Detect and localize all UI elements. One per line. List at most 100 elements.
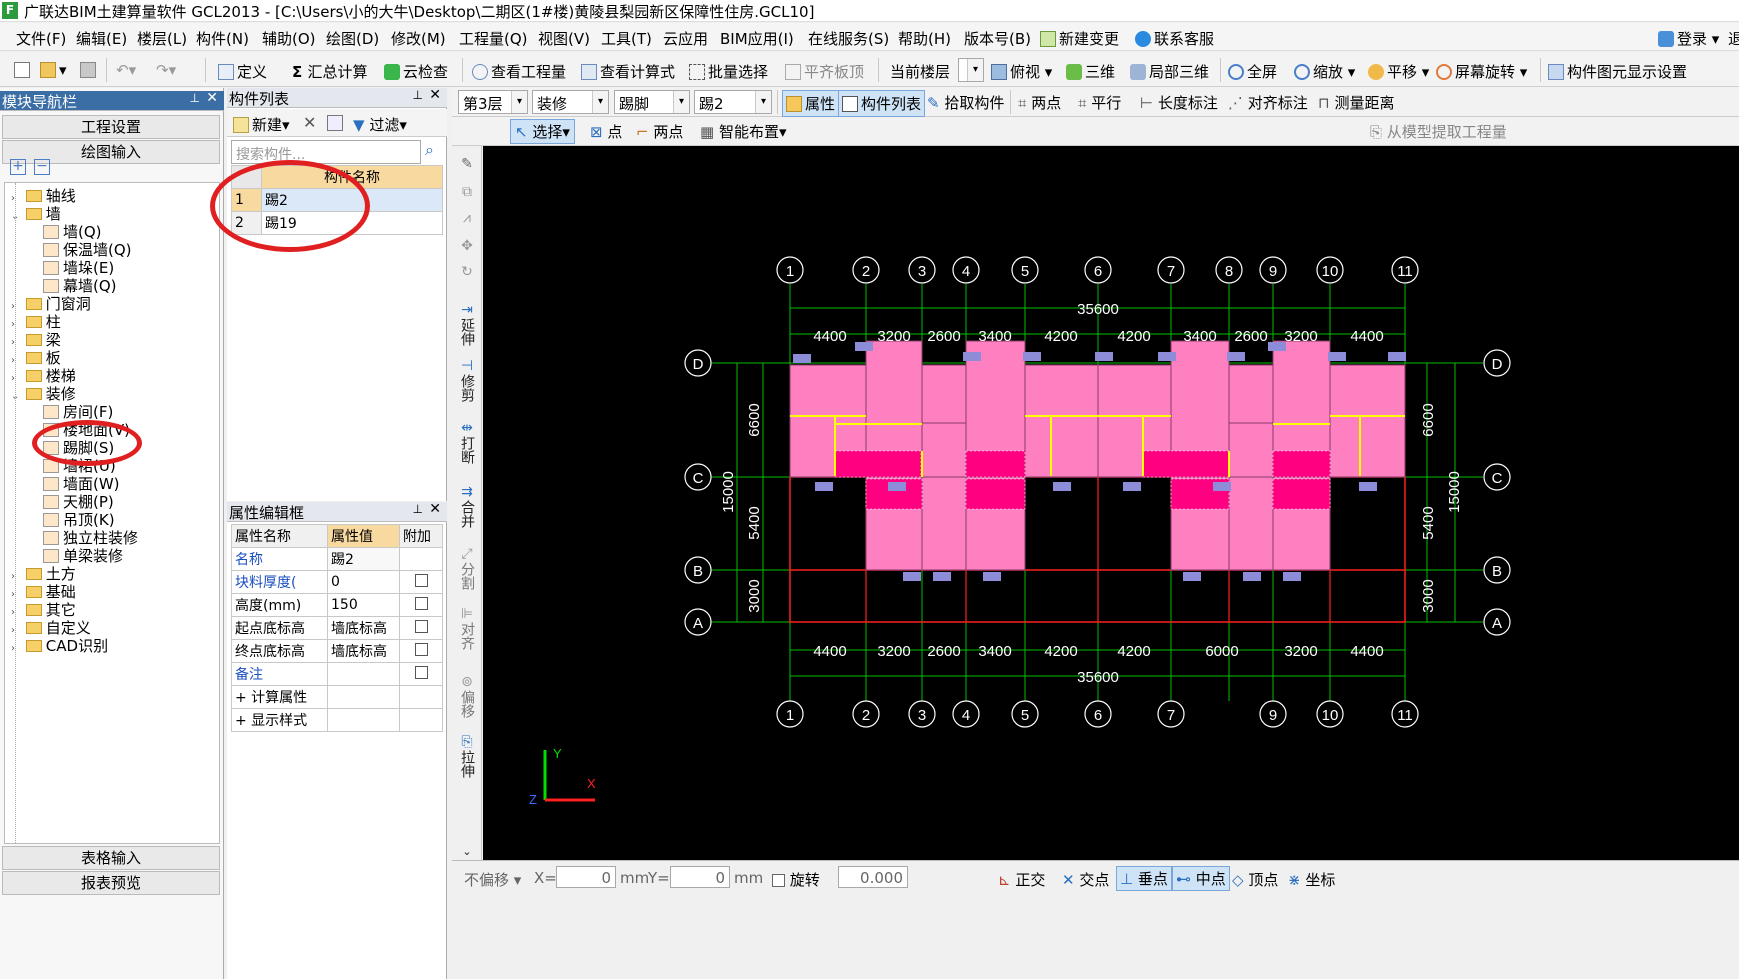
pin-icon[interactable]: ⊥ — [413, 88, 423, 102]
property-row[interactable]: 终点底标高 墙底标高 — [231, 639, 443, 663]
measure-distance-button[interactable]: ⊓ 测量距离 — [1318, 92, 1395, 113]
attach-checkbox[interactable] — [414, 642, 428, 656]
close-icon[interactable]: ✕ — [429, 87, 441, 103]
view-quantity-button[interactable]: 查看工程量 — [472, 61, 566, 82]
property-row[interactable]: 块料厚度(0 — [231, 570, 443, 594]
menu-assist[interactable]: 辅助(O) — [262, 28, 316, 49]
new-file-icon[interactable] — [14, 61, 33, 79]
tree-folder[interactable]: › 基础 — [11, 583, 76, 601]
coordinate-snap[interactable]: ⋇ 坐标 — [1288, 869, 1335, 890]
menu-view[interactable]: 视图(V) — [538, 28, 590, 49]
copy-icon[interactable]: ⧉ — [456, 184, 478, 200]
rotate-checkbox[interactable]: 旋转 — [772, 869, 820, 890]
tree-item[interactable]: 墙(Q) — [43, 223, 102, 241]
close-icon[interactable]: ✕ — [206, 90, 218, 106]
menu-bim[interactable]: BIM应用(I) — [720, 28, 794, 49]
property-row[interactable]: + 显示样式 — [231, 708, 443, 732]
element-display-settings-button[interactable]: 构件图元显示设置 — [1548, 61, 1687, 82]
merge-button[interactable]: ⇉ 合并 — [456, 484, 478, 528]
menu-cloud[interactable]: 云应用 — [663, 28, 708, 49]
element-dropdown[interactable]: 踢2 ▾ — [694, 90, 772, 114]
save-icon[interactable] — [80, 61, 99, 79]
length-dim-button[interactable]: ⊢ 长度标注 — [1140, 92, 1218, 113]
tree-item[interactable]: 保温墙(Q) — [43, 241, 132, 259]
tree-item[interactable]: 天棚(P) — [43, 493, 114, 511]
tree-folder[interactable]: ⌄ 装修 — [11, 385, 76, 403]
screen-rotate-button[interactable]: 屏幕旋转 ▾ — [1436, 61, 1527, 82]
attach-checkbox[interactable] — [414, 619, 428, 633]
split-button[interactable]: ⤢ 分割 — [456, 546, 478, 590]
tree-item[interactable]: 墙面(W) — [43, 475, 120, 493]
batch-select-button[interactable]: 批量选择 — [689, 61, 768, 82]
break-button[interactable]: ⇹ 打断 — [456, 420, 478, 464]
menu-tools[interactable]: 工具(T) — [601, 28, 652, 49]
undo-icon[interactable]: ↶▾ — [116, 61, 136, 79]
redo-icon[interactable]: ↷▾ — [156, 61, 176, 79]
offset-button[interactable]: ⊚ 偏移 — [456, 674, 478, 718]
open-file-icon[interactable]: ▾ — [40, 61, 67, 79]
two-points-button[interactable]: ⌐ 两点 — [636, 121, 683, 142]
menu-modify[interactable]: 修改(M) — [391, 28, 446, 49]
menu-quantity[interactable]: 工程量(Q) — [459, 28, 528, 49]
copy-icon[interactable] — [327, 114, 346, 132]
intersection-snap[interactable]: ✕ 交点 — [1062, 869, 1109, 890]
view-formula-button[interactable]: 查看计算式 — [581, 61, 675, 82]
cloud-check-button[interactable]: 云检查 — [384, 61, 448, 82]
category-dropdown[interactable]: 装修 ▾ — [532, 90, 609, 114]
property-row[interactable]: + 计算属性 — [231, 685, 443, 709]
menu-contact[interactable]: 联系客服 — [1135, 28, 1214, 49]
menu-version[interactable]: 版本号(B) — [964, 28, 1031, 49]
parallel-dim-button[interactable]: ⌗ 平行 — [1078, 92, 1121, 113]
floor-dropdown[interactable]: 第3层 ▾ — [458, 90, 528, 114]
close-icon[interactable]: ✕ — [429, 501, 441, 517]
full-screen-button[interactable]: 全屏 — [1228, 61, 1277, 82]
pick-component-button[interactable]: ✎ 拾取构件 — [927, 92, 1004, 113]
rotate-angle-input[interactable]: 0.000 — [838, 866, 908, 888]
tree-folder[interactable]: › 门窗洞 — [11, 295, 91, 313]
component-list-button[interactable]: 构件列表 — [838, 90, 926, 117]
extend-button[interactable]: ⇥ 延伸 — [456, 302, 478, 346]
properties-button[interactable]: 属性 — [782, 90, 840, 117]
collapse-all-icon[interactable]: − — [34, 159, 50, 175]
brush-icon[interactable]: ✎ — [456, 156, 478, 172]
tree-folder[interactable]: › 自定义 — [11, 619, 91, 637]
pin-icon[interactable]: ⊥ — [413, 502, 423, 516]
type-dropdown[interactable]: 踢脚 ▾ — [614, 90, 690, 114]
vertex-snap[interactable]: ◇ 顶点 — [1232, 869, 1278, 890]
rotate-icon[interactable]: ↻ — [456, 264, 478, 280]
tree-folder[interactable]: › CAD识别 — [11, 637, 108, 655]
menu-component[interactable]: 构件(N) — [196, 28, 249, 49]
filter-button[interactable]: ▼ 过滤▾ — [353, 114, 407, 135]
property-row[interactable]: 名称 踢2 — [231, 547, 443, 571]
attach-checkbox[interactable] — [414, 596, 428, 610]
y-coordinate-input[interactable]: 0 — [670, 866, 730, 888]
menu-file[interactable]: 文件(F) — [16, 28, 66, 49]
menu-floor[interactable]: 楼层(L) — [137, 28, 187, 49]
property-row[interactable]: 备注 — [231, 662, 443, 686]
no-offset-option[interactable]: 不偏移 ▾ — [464, 869, 521, 890]
menu-exit[interactable]: 退 — [1728, 28, 1739, 49]
search-icon[interactable]: ⌕ — [425, 140, 434, 160]
tree-folder[interactable]: › 柱 — [11, 313, 61, 331]
move-icon[interactable]: ✥ — [456, 238, 478, 254]
sum-button[interactable]: Σ 汇总计算 — [292, 61, 367, 82]
tree-folder[interactable]: ⌄ 墙 — [11, 205, 61, 223]
tree-folder[interactable]: › 梁 — [11, 331, 61, 349]
property-row[interactable]: 高度(mm) 150 — [231, 593, 443, 617]
tree-item[interactable]: 墙垛(E) — [43, 259, 114, 277]
property-row[interactable]: 起点底标高 墙底标高 — [231, 616, 443, 640]
local-3d-button[interactable]: 局部三维 — [1130, 61, 1209, 82]
report-preview-button[interactable]: 报表预览 — [2, 871, 220, 895]
component-search-input[interactable]: 搜索构件... — [231, 140, 421, 164]
tree-item[interactable]: 房间(F) — [43, 403, 113, 421]
pan-button[interactable]: 平移 ▾ — [1368, 61, 1429, 82]
delete-icon[interactable]: ✕ — [303, 113, 316, 132]
pin-icon[interactable]: ⊥ — [190, 91, 200, 105]
attach-checkbox[interactable] — [414, 665, 428, 679]
project-settings-button[interactable]: 工程设置 — [2, 115, 220, 139]
smart-place-button[interactable]: ▦ 智能布置▾ — [700, 121, 787, 142]
menu-online[interactable]: 在线服务(S) — [808, 28, 889, 49]
top-view-button[interactable]: 俯视 ▾ — [991, 61, 1052, 82]
more-tools-icon[interactable]: ⌄ — [456, 844, 478, 860]
select-button[interactable]: ↖ 选择▾ — [510, 119, 575, 144]
